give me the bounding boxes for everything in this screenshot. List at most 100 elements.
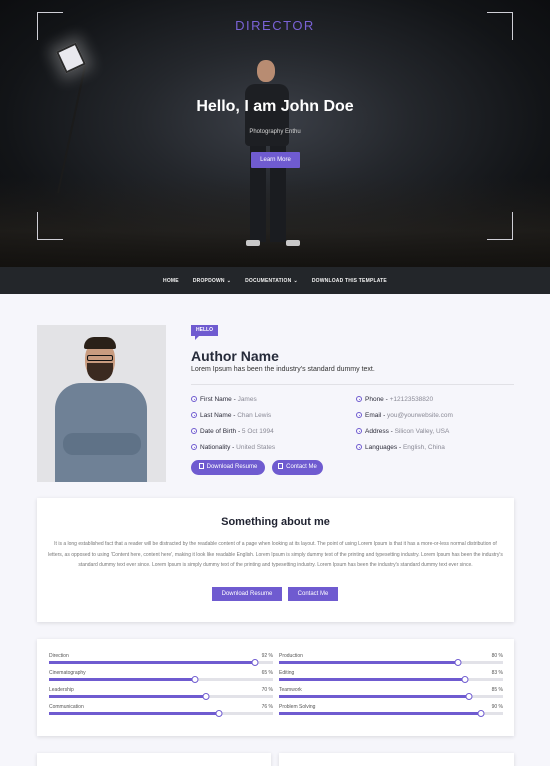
skill-percent: 65 %: [261, 670, 273, 676]
info-email: Email - you@yourwebsite.com: [356, 412, 453, 419]
info-value[interactable]: you@yourwebsite.com: [387, 412, 453, 419]
nav-item-home[interactable]: HOME: [163, 278, 179, 284]
bullet-icon: [356, 396, 362, 402]
skill-name: Editing: [279, 670, 295, 676]
nav-item-download-template[interactable]: DOWNLOAD THIS TEMPLATE: [312, 278, 387, 284]
hero-person-shoe: [246, 240, 260, 246]
hero-person-head: [257, 60, 275, 82]
bullet-icon: [191, 412, 197, 418]
info-value: Silicon Valley, USA: [394, 428, 450, 435]
info-languages: Languages - English, China: [356, 444, 445, 451]
info-phone: Phone - +12123538820: [356, 396, 433, 403]
author-name: Author Name: [191, 348, 279, 364]
info-address: Address - Silicon Valley, USA: [356, 428, 449, 435]
brand-logo[interactable]: DIRECTOR: [0, 18, 550, 33]
nav-item-label: HOME: [163, 277, 179, 284]
info-value: Chan Lewis: [237, 412, 272, 419]
hero-title: Hello, I am John Doe: [196, 98, 354, 115]
chevron-down-icon: ⌄: [226, 277, 232, 284]
info-label: First Name: [200, 396, 232, 403]
bullet-icon: [356, 428, 362, 434]
bottom-card-left: [37, 753, 271, 766]
about-text: It is a long established fact that a rea…: [48, 541, 503, 568]
skill-name: Leadership: [49, 687, 74, 693]
bullet-icon: [191, 428, 197, 434]
info-label: Phone: [365, 396, 384, 403]
skill-fill: [279, 661, 459, 664]
divider: [191, 384, 514, 385]
skill-percent: 76 %: [261, 704, 273, 710]
studio-lamp: [55, 42, 87, 74]
button-label: Contact Me: [286, 464, 317, 470]
download-resume-button[interactable]: Download Resume: [191, 460, 265, 475]
info-date-of-birth: Date of Birth - 5 Oct 1994: [191, 428, 274, 435]
bullet-icon: [356, 444, 362, 450]
info-label: Nationality: [200, 444, 231, 451]
info-value: English, China: [402, 444, 445, 451]
skill-slider-handle[interactable]: [251, 659, 259, 666]
info-label: Address: [365, 428, 389, 435]
info-value: +12123538820: [389, 396, 434, 403]
about-card: Something about me It is a long establis…: [37, 498, 514, 622]
info-value: 5 Oct 1994: [241, 428, 274, 435]
contact-me-button[interactable]: Contact Me: [272, 460, 323, 475]
skill-percent: 85 %: [491, 687, 503, 693]
about-contact-me-button[interactable]: Contact Me: [288, 587, 338, 601]
info-label: Date of Birth: [200, 428, 237, 435]
skill-name: Problem Solving: [279, 704, 316, 710]
skill-name: Cinematography: [49, 670, 86, 676]
info-label: Languages: [365, 444, 398, 451]
info-label: Email: [365, 412, 382, 419]
skill-fill: [49, 712, 220, 715]
skill-slider-handle[interactable]: [477, 710, 485, 717]
nav-item-dropdown[interactable]: DROPDOWN ⌄: [193, 278, 231, 284]
skill-name: Direction: [49, 653, 69, 659]
document-icon: [198, 463, 204, 469]
author-photo: [37, 325, 166, 482]
skill-percent: 90 %: [491, 704, 503, 710]
skill-fill: [279, 712, 481, 715]
skill-slider-handle[interactable]: [465, 693, 473, 700]
frame-corner-bottom-right: [487, 212, 513, 240]
skill-slider-handle[interactable]: [215, 710, 223, 717]
skill-fill: [279, 695, 470, 698]
skill-fill: [279, 678, 465, 681]
skill-percent: 70 %: [261, 687, 273, 693]
skill-slider-handle[interactable]: [454, 659, 462, 666]
nav-item-documentation[interactable]: DOCUMENTATION ⌄: [245, 278, 298, 284]
skill-name: Communication: [49, 704, 84, 710]
skill-percent: 83 %: [491, 670, 503, 676]
author-tagline: Lorem Ipsum has been the industry's stan…: [191, 366, 375, 373]
about-download-resume-button[interactable]: Download Resume: [212, 587, 282, 601]
info-nationality: Nationality - United States: [191, 444, 275, 451]
skill-slider-handle[interactable]: [202, 693, 210, 700]
bullet-icon: [356, 412, 362, 418]
chevron-down-icon: ⌄: [293, 277, 298, 284]
skill-name: Production: [279, 653, 303, 659]
bullet-icon: [191, 396, 197, 402]
skills-card: Direction 92 % Cinematography 65 % Leade…: [37, 639, 514, 736]
frame-corner-bottom-left: [37, 212, 63, 240]
info-value: James: [237, 396, 257, 403]
skill-fill: [49, 661, 256, 664]
contact-icon: [278, 463, 284, 469]
skill-slider-handle[interactable]: [461, 676, 469, 683]
button-label: Download Resume: [206, 464, 258, 470]
skill-percent: 80 %: [491, 653, 503, 659]
info-last-name: Last Name - Chan Lewis: [191, 412, 271, 419]
info-value: United States: [236, 444, 276, 451]
nav-item-label: DOWNLOAD THIS TEMPLATE: [311, 277, 387, 284]
hero-person-shoe: [286, 240, 300, 246]
bottom-card-right: [279, 753, 514, 766]
skill-fill: [49, 695, 206, 698]
info-first-name: First Name - James: [191, 396, 257, 403]
skill-name: Teamwork: [279, 687, 302, 693]
hello-badge: HELLO: [191, 325, 218, 340]
hero-banner: DIRECTOR Hello, I am John Doe Photograph…: [0, 0, 550, 267]
skill-fill: [49, 678, 195, 681]
nav-item-label: DOCUMENTATION: [245, 277, 292, 284]
skill-slider-handle[interactable]: [191, 676, 199, 683]
learn-more-button[interactable]: Learn More: [251, 152, 300, 168]
info-label: Last Name: [200, 412, 232, 419]
about-title: Something about me: [221, 516, 330, 528]
